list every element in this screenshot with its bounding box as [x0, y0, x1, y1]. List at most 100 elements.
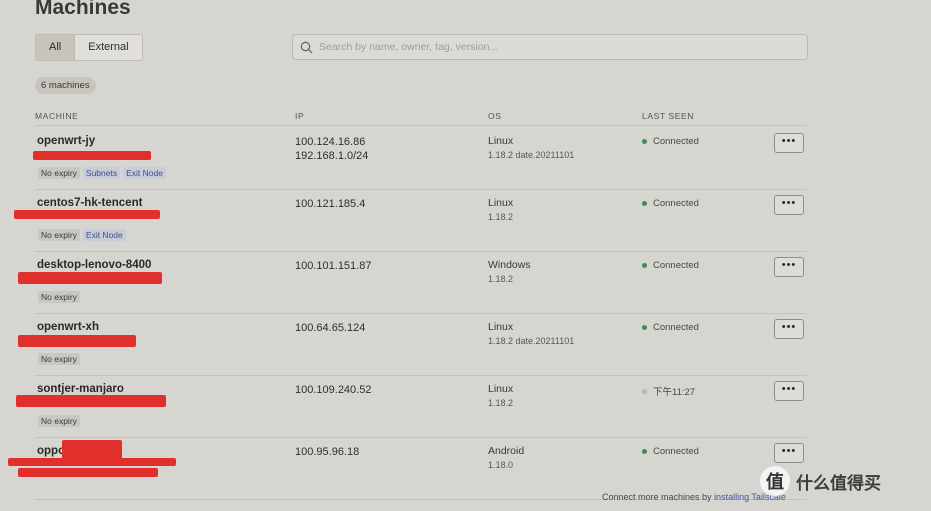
machine-menu-button[interactable]: ••• — [774, 443, 804, 463]
column-header-last-seen: LAST SEEN — [642, 111, 695, 121]
machine-ip: 100.101.151.87 — [295, 259, 371, 273]
ip-primary: 100.124.16.86 — [295, 136, 366, 148]
machine-name[interactable]: sontjer-manjaro — [37, 383, 124, 395]
table-row[interactable]: centos7-hk-tencent No expiry Exit Node 100.… — [35, 189, 807, 252]
status-dot-icon — [642, 263, 647, 268]
filter-tabs: All External — [35, 34, 143, 61]
tab-external[interactable]: External — [74, 35, 141, 60]
ip-secondary: 192.168.1.0/24 — [295, 150, 369, 162]
status-text: Connected — [653, 260, 699, 271]
machine-ip: 100.64.65.124 — [295, 321, 365, 335]
machine-name[interactable]: centos7-hk-tencent — [37, 197, 142, 209]
machine-menu-button[interactable]: ••• — [774, 257, 804, 277]
machine-menu-button[interactable]: ••• — [774, 381, 804, 401]
machine-menu-button[interactable]: ••• — [774, 195, 804, 215]
no-expiry-tag: No expiry — [38, 291, 80, 303]
machine-name[interactable]: openwrt-jy — [37, 135, 95, 147]
machine-ip: 100.124.16.86 192.168.1.0/24 — [295, 135, 368, 163]
watermark-logo-icon: 值 — [760, 466, 790, 496]
os-name: Linux — [488, 135, 514, 147]
redaction-mark — [16, 395, 166, 407]
status-text: Connected — [653, 198, 699, 209]
more-horizontal-icon: ••• — [781, 445, 797, 457]
machine-menu-button[interactable]: ••• — [774, 133, 804, 153]
status-dot-icon — [642, 388, 647, 394]
machine-count-badge: 6 machines — [35, 77, 96, 94]
machine-tags: No expiry Subnets Exit Node — [38, 167, 166, 179]
last-seen: Connected — [642, 322, 699, 333]
machine-os: Linux 1.18.2 — [488, 197, 513, 222]
os-name: Windows — [488, 259, 531, 271]
redaction-mark — [8, 458, 176, 466]
machine-os: Linux 1.18.2 — [488, 383, 513, 408]
machine-name[interactable]: desktop-lenovo-8400 — [37, 259, 151, 271]
watermark: 值 什么值得买 — [760, 466, 881, 496]
machine-ip: 100.109.240.52 — [295, 383, 371, 397]
no-expiry-tag: No expiry — [38, 229, 80, 241]
footer-text: Connect more machines by — [602, 492, 715, 502]
redaction-mark — [14, 210, 160, 219]
machine-ip: 100.121.185.4 — [295, 197, 365, 211]
os-version: 1.18.2 date.20211101 — [488, 336, 575, 346]
column-header-machine: MACHINE — [35, 111, 79, 121]
column-header-ip: IP — [295, 111, 305, 121]
os-version: 1.18.2 date.20211101 — [488, 150, 575, 160]
search-input[interactable] — [317, 40, 791, 54]
machine-os: Linux 1.18.2 date.20211101 — [488, 321, 574, 346]
footer-install-hint: Connect more machines by installing Tail… — [602, 492, 786, 502]
machine-menu-button[interactable]: ••• — [774, 319, 804, 339]
status-dot-icon — [642, 139, 647, 144]
page-title: Machines — [35, 0, 131, 19]
machine-tags: No expiry Exit Node — [38, 229, 126, 241]
machine-name[interactable]: oppo — [37, 445, 65, 457]
search-icon — [300, 40, 314, 54]
ip-primary: 100.121.185.4 — [295, 198, 366, 210]
subnets-tag: Subnets — [82, 167, 121, 179]
more-horizontal-icon: ••• — [781, 197, 797, 209]
status-text: Connected — [653, 446, 699, 457]
more-horizontal-icon: ••• — [781, 383, 797, 395]
search-box — [292, 34, 808, 60]
last-seen: Connected — [642, 136, 699, 147]
os-name: Android — [488, 445, 525, 457]
column-header-os: OS — [488, 111, 502, 121]
no-expiry-tag: No expiry — [38, 415, 80, 427]
more-horizontal-icon: ••• — [781, 259, 797, 271]
machine-os: Linux 1.18.2 date.20211101 — [488, 135, 574, 160]
table-row[interactable]: openwrt-xh No expiry 100.64.65.124 Linux 1.1… — [35, 313, 807, 376]
redaction-mark — [33, 151, 151, 160]
redaction-mark — [18, 335, 136, 347]
last-seen: 下午11:27 — [642, 384, 695, 398]
machine-tags: No expiry — [38, 291, 80, 303]
os-version: 1.18.2 — [488, 398, 514, 408]
status-text: Connected — [653, 322, 699, 333]
os-version: 1.18.0 — [488, 460, 514, 470]
status-text: Connected — [653, 136, 699, 147]
no-expiry-tag: No expiry — [38, 353, 80, 365]
status-text: 下午11:27 — [653, 387, 696, 398]
last-seen: Connected — [642, 198, 699, 209]
os-name: Linux — [488, 321, 514, 333]
more-horizontal-icon: ••• — [781, 321, 797, 333]
tab-all[interactable]: All — [36, 35, 75, 60]
ip-primary: 100.95.96.18 — [295, 446, 360, 458]
machine-name[interactable]: openwrt-xh — [37, 321, 99, 333]
exit-node-tag: Exit Node — [123, 167, 166, 179]
machine-tags: No expiry — [38, 415, 80, 427]
machine-ip: 100.95.96.18 — [295, 445, 359, 459]
ip-primary: 100.101.151.87 — [295, 260, 372, 272]
watermark-text: 什么值得买 — [796, 473, 881, 493]
status-dot-icon — [642, 325, 647, 330]
ip-primary: 100.64.65.124 — [295, 322, 366, 334]
os-name: Linux — [488, 383, 514, 395]
redaction-mark — [18, 468, 158, 477]
ip-primary: 100.109.240.52 — [295, 384, 372, 396]
os-name: Linux — [488, 197, 514, 209]
status-dot-icon — [642, 201, 647, 206]
exit-node-tag: Exit Node — [82, 229, 126, 241]
machine-os: Android 1.18.0 — [488, 445, 524, 470]
last-seen: Connected — [642, 260, 699, 271]
os-version: 1.18.2 — [488, 212, 514, 222]
more-horizontal-icon: ••• — [781, 135, 797, 147]
header-divider — [35, 125, 807, 126]
